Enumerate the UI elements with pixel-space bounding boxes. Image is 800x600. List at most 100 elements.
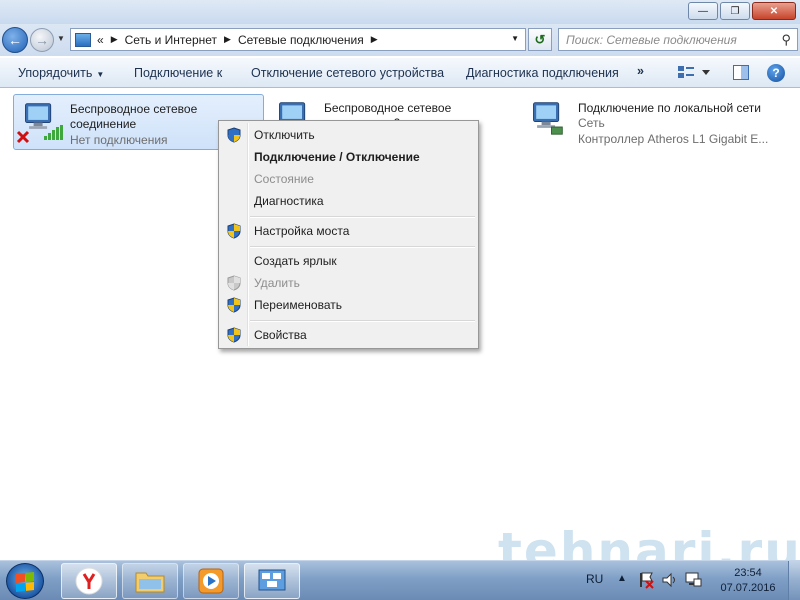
- network-connections-icon: [258, 569, 286, 591]
- menu-item-label: Диагностика: [254, 194, 324, 208]
- folder-icon: [135, 572, 165, 593]
- menu-separator: [250, 320, 475, 322]
- address-bar[interactable]: « ▶ Сеть и Интернет ▶ Сетевые подключени…: [70, 28, 526, 51]
- uac-shield-icon: [227, 223, 241, 239]
- speaker-icon: [662, 572, 675, 588]
- search-input[interactable]: Поиск: Сетевые подключения ⚲: [558, 28, 798, 51]
- help-button[interactable]: ?: [767, 64, 785, 82]
- search-icon[interactable]: ⚲: [781, 32, 791, 48]
- maximize-button[interactable]: ❐: [720, 2, 750, 20]
- network-tray-icon[interactable]: [684, 571, 702, 592]
- menu-item-label: Подключение / Отключение: [254, 150, 420, 164]
- diagnose-button[interactable]: Диагностика подключения: [466, 66, 619, 80]
- menu-item-delete: Удалить: [221, 272, 476, 294]
- taskbar-media-player[interactable]: [183, 563, 239, 599]
- menu-item-connect-disconnect[interactable]: Подключение / Отключение: [221, 146, 476, 168]
- yandex-browser-icon: [75, 567, 103, 595]
- preview-pane-button[interactable]: [733, 65, 749, 84]
- recent-pages-dropdown[interactable]: ▼: [57, 34, 65, 43]
- help-icon: ?: [767, 64, 785, 82]
- taskbar: RU ▲ 23:54 07.07.2016: [0, 560, 800, 600]
- breadcrumb-item-network-internet[interactable]: Сеть и Интернет: [125, 33, 217, 47]
- clock[interactable]: 23:54 07.07.2016: [712, 566, 784, 596]
- context-menu: Отключить Подключение / Отключение Состо…: [218, 120, 479, 349]
- view-icon: [678, 66, 710, 78]
- show-hidden-icons-button[interactable]: ▲: [617, 573, 627, 584]
- close-button[interactable]: ✕: [752, 2, 796, 20]
- arrow-left-icon: ←: [8, 32, 22, 48]
- windows-logo-icon: [16, 572, 34, 592]
- more-commands-button[interactable]: »: [637, 64, 644, 78]
- connection-item-lan[interactable]: Подключение по локальной сети Сеть Контр…: [522, 94, 792, 150]
- window-controls: — ❐ ✕: [688, 2, 796, 20]
- show-desktop-button[interactable]: [788, 561, 800, 600]
- address-dropdown-icon[interactable]: ▼: [511, 34, 519, 43]
- network-monitor-icon: [685, 572, 702, 587]
- connection-name-line1: Беспроводное сетевое: [324, 101, 452, 115]
- menu-item-label: Настройка моста: [254, 224, 350, 238]
- change-view-button[interactable]: [678, 66, 712, 83]
- refresh-icon: ↺: [534, 31, 546, 47]
- breadcrumb-overflow[interactable]: «: [97, 33, 104, 47]
- action-center-icon[interactable]: [637, 571, 655, 592]
- menu-item-status: Состояние: [221, 168, 476, 190]
- connection-name-line2: соединение: [70, 117, 137, 131]
- menu-item-label: Свойства: [254, 328, 307, 342]
- menu-item-label: Состояние: [254, 172, 314, 186]
- clock-time: 23:54: [734, 567, 762, 579]
- language-indicator[interactable]: RU: [586, 572, 603, 586]
- chevron-right-icon[interactable]: ▶: [111, 34, 118, 45]
- menu-item-rename[interactable]: Переименовать: [221, 294, 476, 316]
- control-panel-icon: [75, 32, 91, 47]
- taskbar-explorer[interactable]: [122, 563, 178, 599]
- title-bar: — ❐ ✕: [0, 0, 800, 24]
- uac-shield-icon: [227, 127, 241, 143]
- uac-shield-icon: [227, 275, 241, 291]
- menu-item-diagnose[interactable]: Диагностика: [221, 190, 476, 212]
- chevron-right-icon[interactable]: ▶: [371, 34, 378, 45]
- taskbar-network-connections[interactable]: [244, 563, 300, 599]
- lan-adapter-icon: [533, 102, 563, 135]
- connection-name: Подключение по локальной сети: [578, 101, 761, 115]
- refresh-button[interactable]: ↺: [528, 28, 552, 51]
- connection-device: Контроллер Atheros L1 Gigabit E...: [578, 132, 769, 146]
- taskbar-yandex-browser[interactable]: [61, 563, 117, 599]
- media-player-icon: [198, 568, 224, 594]
- connect-to-button[interactable]: Подключение к: [134, 66, 222, 80]
- back-button[interactable]: ←: [2, 27, 28, 53]
- organize-button[interactable]: Упорядочить ▼: [18, 66, 104, 80]
- menu-item-label: Переименовать: [254, 298, 342, 312]
- minimize-button[interactable]: —: [688, 2, 718, 20]
- menu-item-label: Создать ярлык: [254, 254, 337, 268]
- clock-date: 07.07.2016: [720, 582, 776, 594]
- forward-button[interactable]: →: [30, 28, 54, 52]
- disable-device-button[interactable]: Отключение сетевого устройства: [251, 66, 444, 80]
- menu-item-label: Отключить: [254, 128, 315, 142]
- preview-pane-icon: [733, 65, 749, 80]
- chevron-right-icon[interactable]: ▶: [224, 34, 231, 45]
- uac-shield-icon: [227, 327, 241, 343]
- connection-status: Сеть: [578, 116, 605, 130]
- organize-label: Упорядочить: [18, 66, 93, 80]
- arrow-right-icon: →: [35, 32, 49, 48]
- menu-separator: [250, 216, 475, 218]
- breadcrumb-item-network-connections[interactable]: Сетевые подключения: [238, 33, 364, 47]
- connection-name-line1: Беспроводное сетевое: [70, 102, 198, 116]
- menu-item-bridge[interactable]: Настройка моста: [221, 220, 476, 242]
- menu-item-disable[interactable]: Отключить: [221, 124, 476, 146]
- connection-status: Нет подключения: [70, 133, 168, 147]
- menu-item-properties[interactable]: Свойства: [221, 324, 476, 346]
- connection-name: Беспроводное сетевое соединение: [70, 102, 197, 132]
- volume-icon[interactable]: [661, 571, 679, 592]
- caret-down-icon: ▼: [96, 70, 105, 79]
- signal-bars-icon: [44, 125, 63, 140]
- search-placeholder: Поиск: Сетевые подключения: [566, 32, 737, 47]
- uac-shield-icon: [227, 297, 241, 313]
- menu-separator: [250, 246, 475, 248]
- start-button[interactable]: [6, 563, 44, 599]
- command-bar: Упорядочить ▼ Подключение к Отключение се…: [0, 57, 800, 88]
- menu-item-label: Удалить: [254, 276, 300, 290]
- error-x-icon: [16, 130, 30, 144]
- navigation-bar: ← → ▼ « ▶ Сеть и Интернет ▶ Сетевые подк…: [0, 24, 800, 56]
- menu-item-create-shortcut[interactable]: Создать ярлык: [221, 250, 476, 272]
